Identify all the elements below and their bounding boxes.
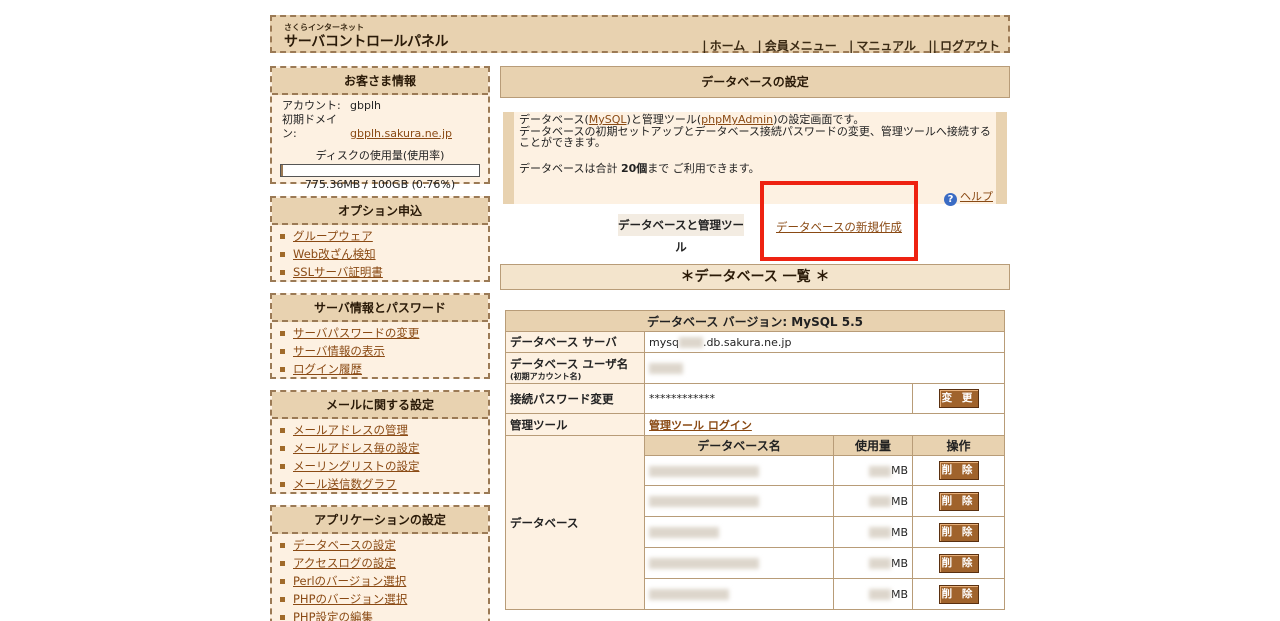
- apps-title: アプリケーションの設定: [272, 507, 488, 534]
- apps-box: アプリケーションの設定 データベースの設定 アクセスログの設定 Perlのバージ…: [270, 505, 490, 621]
- logo-title: サーバコントロールパネル: [284, 34, 449, 50]
- mail-title: メールに関する設定: [272, 392, 488, 419]
- sidebar-item-groupware[interactable]: グループウェア: [280, 227, 488, 245]
- delete-button[interactable]: 削 除: [938, 553, 979, 573]
- server-title: サーバ情報とパスワード: [272, 295, 488, 322]
- usage-unit: MB: [890, 464, 908, 477]
- sidebar-item-access-log[interactable]: アクセスログの設定: [280, 554, 488, 572]
- page-title: データベースの設定: [500, 66, 1010, 98]
- database-table: データベース バージョン: MySQL 5.5 データベース サーバ mysq.…: [505, 310, 1005, 610]
- sidebar-item-php-version[interactable]: PHPのバージョン選択: [280, 590, 488, 608]
- sidebar-item-php-settings[interactable]: PHP設定の編集: [280, 608, 488, 621]
- password-label: 接続パスワード変更: [505, 383, 645, 414]
- sidebar-item-mailing-list[interactable]: メーリングリストの設定: [280, 457, 488, 475]
- database-name: [644, 578, 834, 610]
- highlight-box: [760, 181, 918, 261]
- nav-logout[interactable]: ログアウト: [940, 39, 1000, 53]
- sidebar-item-mail-address[interactable]: メールアドレスの管理: [280, 421, 488, 439]
- nav-member-menu[interactable]: 会員メニュー: [765, 39, 837, 53]
- options-title: オプション申込: [272, 198, 488, 225]
- customer-info-box: お客さま情報 アカウント: gbplh 初期ドメイン: gbplh.sakura.n…: [270, 66, 490, 191]
- help-icon: ?: [944, 193, 957, 206]
- usage-unit: MB: [890, 556, 908, 570]
- server-box: サーバ情報とパスワード サーバパスワードの変更 サーバ情報の表示 ログイン履歴: [270, 293, 490, 379]
- change-password-button[interactable]: 変 更: [938, 389, 979, 408]
- disk-usage-value: 775.36MB / 100GB (0.76%): [304, 178, 456, 191]
- sidebar-item-server-password[interactable]: サーバパスワードの変更: [280, 324, 488, 342]
- description-line-1: データベース(MySQL)と管理ツール(phpMyAdmin)の設定画面です。: [519, 113, 865, 126]
- account-value: gbplh: [350, 99, 381, 112]
- col-operation: 操作: [912, 435, 1005, 456]
- disk-usage-label: ディスクの使用量(使用率): [315, 149, 445, 162]
- database-label: データベース: [505, 435, 645, 610]
- usage-unit: MB: [890, 494, 908, 508]
- col-database-name: データベース名: [644, 435, 834, 456]
- usage-unit: MB: [890, 525, 908, 539]
- options-box: オプション申込 グループウェア Web改ざん検知 SSLサーバ証明書: [270, 196, 490, 282]
- domain-row: 初期ドメイン: gbplh.sakura.ne.jp: [282, 113, 452, 140]
- database-list-title: ＊データベース 一覧 ＊: [500, 264, 1010, 290]
- sidebar-item-perl-version[interactable]: Perlのバージョン選択: [280, 572, 488, 590]
- customer-info-title: お客さま情報: [272, 68, 488, 95]
- password-value: ************: [644, 383, 913, 414]
- delete-button[interactable]: 削 除: [938, 461, 979, 480]
- sidebar-item-login-history[interactable]: ログイン履歴: [280, 360, 488, 378]
- server-value: mysq .db.sakura.ne.jp: [644, 331, 1005, 353]
- delete-button[interactable]: 削 除: [938, 522, 979, 542]
- description-panel: データベース(MySQL)と管理ツール(phpMyAdmin)の設定画面です。 …: [503, 112, 1007, 204]
- tool-label: 管理ツール: [505, 413, 645, 436]
- database-name: [644, 547, 834, 579]
- header: さくらインターネット サーバコントロールパネル | ホーム | 会員メニュー | マニ…: [270, 15, 1010, 53]
- database-total: データベースは合計 20個まで ご利用できます。: [519, 161, 760, 175]
- delete-button[interactable]: 削 除: [938, 491, 979, 511]
- usage-unit: MB: [890, 587, 908, 601]
- sidebar-item-ssl[interactable]: SSLサーバ証明書: [280, 263, 488, 281]
- database-version: データベース バージョン: MySQL 5.5: [505, 310, 1005, 332]
- user-label: データベース ユーザ名 (初期アカウント名): [505, 352, 645, 384]
- database-name: [644, 516, 834, 548]
- top-nav: | ホーム | 会員メニュー | マニュアル || ログアウト: [702, 39, 1000, 53]
- nav-home[interactable]: ホーム: [710, 39, 746, 53]
- description-line-2: データベースの初期セットアップとデータベース接続パスワードの変更、管理ツールへ接…: [519, 124, 991, 149]
- sidebar-item-server-info[interactable]: サーバ情報の表示: [280, 342, 488, 360]
- server-label: データベース サーバ: [505, 331, 645, 353]
- account-row: アカウント: gbplh: [282, 99, 381, 112]
- domain-link[interactable]: gbplh.sakura.ne.jp: [350, 127, 452, 140]
- sidebar-item-mail-graph[interactable]: メール送信数グラフ: [280, 475, 488, 493]
- sidebar-item-database[interactable]: データベースの設定: [280, 536, 488, 554]
- sidebar-item-web-tamper[interactable]: Web改ざん検知: [280, 245, 488, 263]
- sidebar-item-mail-each[interactable]: メールアドレス毎の設定: [280, 439, 488, 457]
- help-link[interactable]: ? ヘルプ: [944, 188, 993, 206]
- mail-box: メールに関する設定 メールアドレスの管理 メールアドレス毎の設定 メーリングリス…: [270, 390, 490, 494]
- nav-manual[interactable]: マニュアル: [856, 39, 916, 53]
- disk-usage-bar: [280, 164, 480, 177]
- admin-tool-login-link[interactable]: 管理ツール ログイン: [649, 419, 752, 432]
- database-name: [644, 485, 834, 517]
- user-value: [644, 352, 1005, 384]
- col-usage: 使用量: [833, 435, 913, 456]
- tab-database-and-tools[interactable]: データベースと管理ツール: [618, 214, 744, 254]
- database-name: [644, 455, 834, 486]
- delete-button[interactable]: 削 除: [938, 584, 979, 604]
